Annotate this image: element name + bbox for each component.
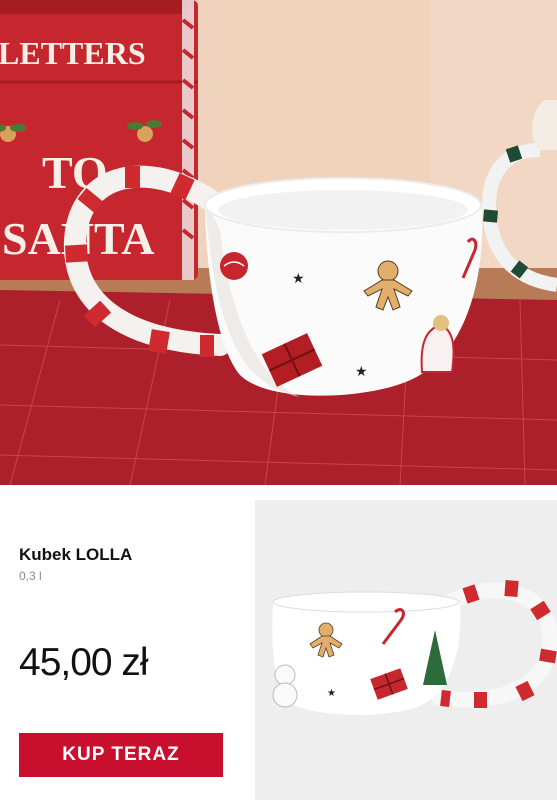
hero-scene: LETTERS TO SANTA ★ ★ [0,0,557,485]
hero-image: LETTERS TO SANTA ★ ★ [0,0,557,485]
product-photo[interactable]: ★ [255,500,557,800]
svg-text:★: ★ [355,363,368,379]
svg-text:★: ★ [327,688,336,699]
product-snowman-decoration [272,664,298,708]
buy-now-button[interactable]: KUP TERAZ [19,733,223,777]
mailbox-letters-text: LETTERS [0,35,146,71]
bauble-decoration [220,252,248,280]
product-mug-image: ★ [255,500,557,800]
product-price: 45,00 zł [19,641,149,684]
product-name[interactable]: Kubek LOLLA [19,545,132,565]
svg-text:★: ★ [292,270,305,286]
santa-mailbox: LETTERS TO SANTA [0,0,198,280]
product-info: Kubek LOLLA 0,3 l 45,00 zł KUP TERAZ [0,485,255,800]
product-volume: 0,3 l [19,569,42,583]
